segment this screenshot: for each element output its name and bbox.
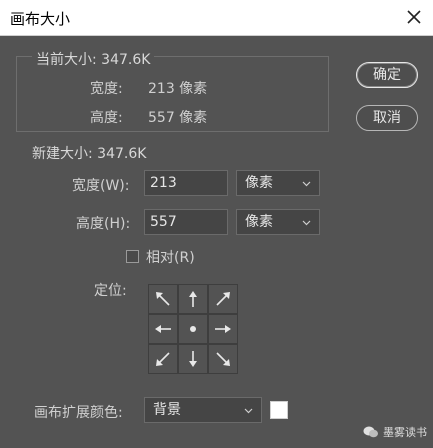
arrow-left-icon: [155, 325, 171, 333]
width-input[interactable]: 213: [144, 170, 228, 196]
current-width-value: 213 像素: [148, 81, 208, 97]
arrow-up-left-icon: [156, 292, 170, 306]
height-input[interactable]: 557: [144, 209, 228, 235]
width-unit-value: 像素: [245, 175, 273, 191]
close-icon: [407, 10, 421, 24]
height-unit-value: 像素: [245, 214, 273, 230]
anchor-left[interactable]: [148, 314, 178, 344]
width-unit-select[interactable]: 像素: [236, 170, 320, 196]
anchor-grid: [148, 284, 238, 374]
ok-button[interactable]: 确定: [356, 62, 418, 88]
anchor-bottom[interactable]: [178, 344, 208, 374]
extension-color-select[interactable]: 背景: [144, 397, 262, 423]
wechat-icon: [363, 426, 378, 438]
anchor-right[interactable]: [208, 314, 238, 344]
extension-color-swatch[interactable]: [270, 401, 288, 419]
chevron-down-icon: [244, 408, 253, 414]
anchor-top-left[interactable]: [148, 284, 178, 314]
anchor-label: 定位:: [94, 283, 127, 299]
cancel-button[interactable]: 取消: [356, 105, 418, 131]
extension-color-label: 画布扩展颜色:: [34, 405, 123, 421]
arrow-down-icon: [189, 351, 197, 367]
center-dot-icon: [190, 326, 196, 332]
title-bar: 画布大小: [0, 0, 433, 36]
anchor-top[interactable]: [178, 284, 208, 314]
relative-label: 相对(R): [146, 250, 195, 266]
new-size-legend: 新建大小: 347.6K: [32, 143, 147, 163]
watermark-text: 墨雾读书: [383, 426, 427, 439]
extension-color-value: 背景: [153, 402, 181, 418]
anchor-top-right[interactable]: [208, 284, 238, 314]
arrow-up-right-icon: [216, 292, 230, 306]
chevron-down-icon: [302, 181, 311, 187]
current-width-label: 宽度:: [90, 81, 123, 97]
relative-checkbox[interactable]: [126, 250, 139, 263]
canvas-size-dialog: 当前大小: 347.6K 宽度: 213 像素 高度: 557 像素 确定 取消…: [0, 36, 433, 448]
arrow-up-icon: [189, 291, 197, 307]
new-height-label: 高度(H):: [76, 216, 131, 232]
anchor-bottom-right[interactable]: [208, 344, 238, 374]
chevron-down-icon: [302, 220, 311, 226]
new-width-label: 宽度(W):: [72, 178, 130, 194]
close-button[interactable]: [401, 4, 427, 30]
arrow-down-right-icon: [216, 352, 230, 366]
height-unit-select[interactable]: 像素: [236, 209, 320, 235]
current-height-value: 557 像素: [148, 110, 208, 126]
arrow-down-left-icon: [156, 352, 170, 366]
current-height-label: 高度:: [90, 110, 123, 126]
current-size-legend: 当前大小: 347.6K: [32, 49, 155, 69]
anchor-center[interactable]: [178, 314, 208, 344]
watermark: 墨雾读书: [363, 424, 427, 440]
window-title: 画布大小: [10, 10, 71, 28]
arrow-right-icon: [215, 325, 231, 333]
anchor-bottom-left[interactable]: [148, 344, 178, 374]
